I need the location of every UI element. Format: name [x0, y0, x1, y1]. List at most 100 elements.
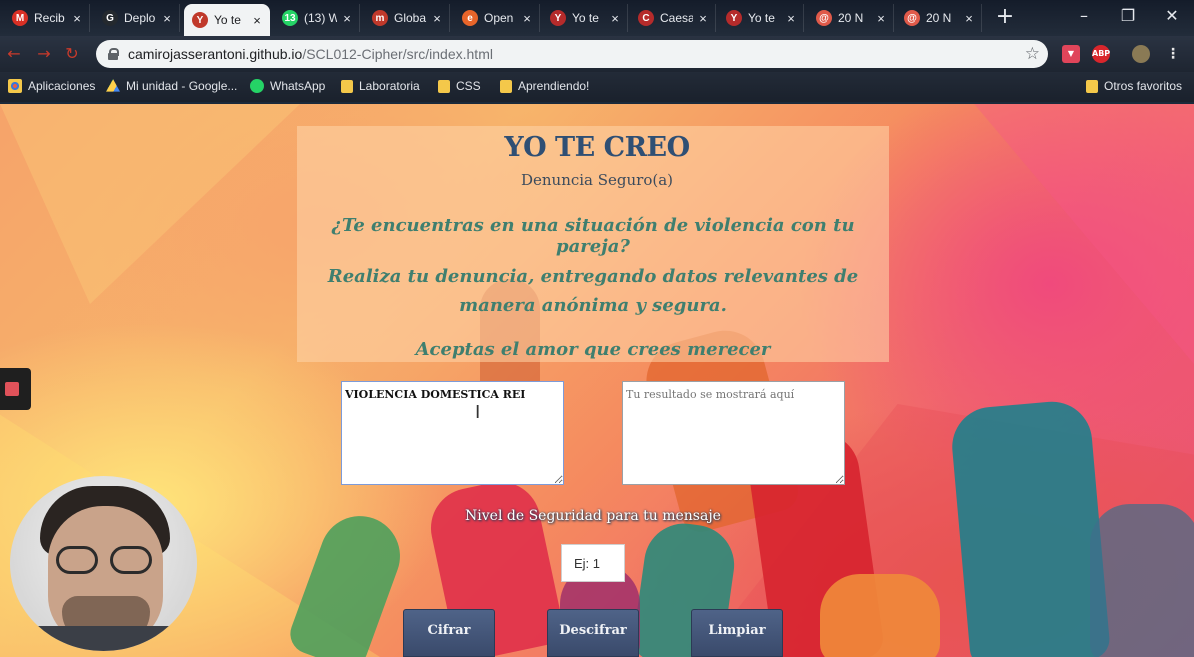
- new-tab-button[interactable]: +: [992, 5, 1018, 31]
- hand-illustration: [820, 574, 940, 657]
- close-tab-icon[interactable]: ×: [609, 11, 621, 26]
- call-to-action-text: Realiza tu denuncia, entregando datos re…: [327, 266, 859, 316]
- bookmark-label: Aplicaciones: [28, 79, 96, 93]
- tab-label: Yo te: [572, 11, 599, 25]
- question-text: ¿Te encuentras en una situación de viole…: [331, 215, 855, 257]
- browser-tab[interactable]: @20 N ×: [896, 4, 982, 32]
- tab-label: Yo te: [214, 13, 241, 27]
- close-window-button[interactable]: ✕: [1150, 0, 1194, 32]
- close-tab-icon[interactable]: ×: [341, 11, 353, 26]
- profile-avatar[interactable]: [1132, 45, 1150, 63]
- lock-icon: [108, 48, 119, 60]
- tab-label: Deplo: [124, 11, 156, 25]
- close-tab-icon[interactable]: ×: [875, 11, 887, 26]
- hand-illustration: [1090, 504, 1194, 657]
- bookmark-drive[interactable]: Mi unidad - Google...: [106, 79, 237, 93]
- bookmarks-bar: Aplicaciones Mi unidad - Google... Whats…: [0, 72, 1194, 102]
- tab-label: 20 N: [926, 11, 952, 25]
- tab-label: Recib: [34, 11, 65, 25]
- result-output[interactable]: [622, 381, 845, 485]
- browser-tab[interactable]: 13 (13) W ×: [274, 4, 360, 32]
- bookmark-label: WhatsApp: [270, 79, 326, 93]
- browser-tab[interactable]: G Deplo ×: [94, 4, 180, 32]
- folder-icon: [438, 79, 450, 93]
- bookmark-css[interactable]: CSS: [438, 79, 481, 93]
- hand-illustration: [284, 504, 412, 657]
- close-tab-icon[interactable]: ×: [521, 11, 533, 26]
- browser-tab[interactable]: Y Yo te ×: [184, 4, 270, 36]
- caesar-icon: C: [638, 10, 654, 26]
- bookmark-laboratoria[interactable]: Laboratoria: [341, 79, 420, 93]
- bookmark-whatsapp[interactable]: WhatsApp: [250, 79, 325, 93]
- recording-control[interactable]: [0, 368, 31, 410]
- pocket-icon[interactable]: ▼: [1062, 45, 1080, 63]
- tagline-text: Aceptas el amor que crees merecer: [415, 339, 771, 360]
- bookmark-label: Otros favoritos: [1104, 79, 1183, 93]
- browser-tab[interactable]: e Open ×: [454, 4, 540, 32]
- close-tab-icon[interactable]: ×: [697, 11, 709, 26]
- browser-tab[interactable]: m Globa ×: [364, 4, 450, 32]
- bookmark-star-icon[interactable]: ☆: [1025, 44, 1040, 64]
- gmail-icon: M: [12, 10, 28, 26]
- back-arrow-icon[interactable]: ←: [4, 44, 24, 64]
- menu-kebab-icon[interactable]: ⋮: [1164, 45, 1182, 63]
- close-tab-icon[interactable]: ×: [431, 11, 443, 26]
- glasses-icon: [110, 546, 152, 574]
- decrypt-button[interactable]: Descifrar: [547, 609, 639, 657]
- bookmark-label: CSS: [456, 79, 481, 93]
- tab-strip: M Recib × G Deplo × Y Yo te × 13 (13) W × m Globa × e Op…: [0, 0, 1194, 36]
- tab-label: Globa: [394, 11, 427, 25]
- close-tab-icon[interactable]: ×: [785, 11, 797, 26]
- close-tab-icon[interactable]: ×: [251, 13, 263, 28]
- forward-arrow-icon[interactable]: →: [34, 44, 54, 64]
- bookmark-other[interactable]: Otros favoritos: [1086, 79, 1182, 93]
- open-e-icon: e: [462, 10, 478, 26]
- bookmark-aprendiendo[interactable]: Aprendiendo!: [500, 79, 589, 93]
- minimize-button[interactable]: –: [1062, 0, 1106, 32]
- page-subtitle: Denuncia Seguro(a): [520, 171, 674, 189]
- tab-label: (13) W: [304, 11, 337, 25]
- text-cursor-icon: I: [475, 402, 481, 423]
- close-tab-icon[interactable]: ×: [71, 11, 83, 26]
- bookmark-label: Mi unidad - Google...: [126, 79, 238, 93]
- encrypt-button[interactable]: Cifrar: [403, 609, 495, 657]
- spiral-icon: @: [816, 10, 832, 26]
- whatsapp-icon: 13: [282, 10, 298, 26]
- browser-tab[interactable]: C Caesa ×: [630, 4, 716, 32]
- restore-button[interactable]: ❐: [1106, 0, 1150, 32]
- bookmark-label: Aprendiendo!: [518, 79, 590, 93]
- reload-icon[interactable]: ↻: [62, 44, 82, 64]
- google-drive-icon: [106, 79, 120, 92]
- folder-icon: [500, 79, 512, 93]
- whatsapp-icon: [250, 79, 264, 93]
- browser-toolbar: ← → ↻ camirojasserantoni.github.io/SCL01…: [0, 36, 1194, 72]
- url-host: camirojasserantoni.github.io: [128, 46, 303, 62]
- apps-grid-icon: [8, 79, 22, 93]
- webcam-shirt: [10, 626, 197, 651]
- browser-tab[interactable]: Y Yo te ×: [718, 4, 804, 32]
- browser-tab[interactable]: M Recib ×: [4, 4, 90, 32]
- clear-button[interactable]: Limpiar: [691, 609, 783, 657]
- bookmark-apps[interactable]: Aplicaciones: [8, 79, 95, 93]
- yo-te-creo-icon: Y: [550, 10, 566, 26]
- message-input[interactable]: VIOLENCIA DOMESTICA REI: [341, 381, 564, 485]
- folder-icon: [341, 79, 353, 93]
- close-tab-icon[interactable]: ×: [963, 11, 975, 26]
- url-path: /SCL012-Cipher/src/index.html: [302, 46, 493, 62]
- security-level-input[interactable]: [561, 544, 625, 582]
- m-logo-icon: m: [372, 10, 388, 26]
- yo-te-creo-icon: Y: [192, 12, 208, 28]
- tab-label: Caesa: [660, 11, 693, 25]
- spiral-icon: @: [904, 10, 920, 26]
- close-tab-icon[interactable]: ×: [161, 11, 173, 26]
- yo-te-creo-icon: Y: [726, 10, 742, 26]
- browser-tab[interactable]: @20 N ×: [808, 4, 894, 32]
- address-bar[interactable]: camirojasserantoni.github.io/SCL012-Ciph…: [96, 40, 1048, 68]
- page-title: YO TE CREO: [504, 132, 690, 163]
- browser-tab[interactable]: Y Yo te ×: [542, 4, 628, 32]
- adblock-icon[interactable]: ABP: [1092, 45, 1110, 63]
- bookmark-label: Laboratoria: [359, 79, 420, 93]
- webcam-overlay: [10, 476, 197, 651]
- hand-illustration: [948, 398, 1112, 657]
- tab-label: Open: [484, 11, 514, 25]
